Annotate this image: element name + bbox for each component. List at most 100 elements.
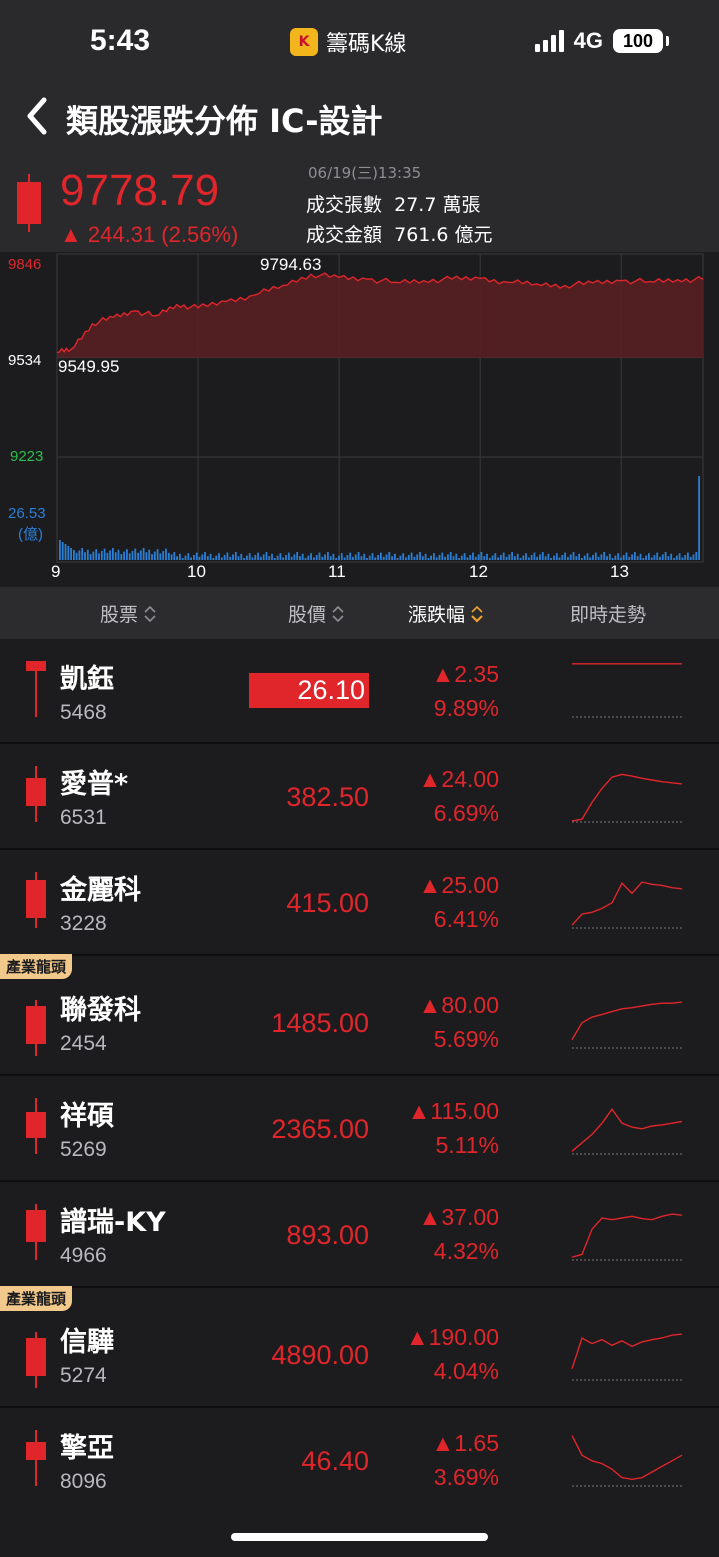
stock-change-percent: 6.41% xyxy=(433,906,499,932)
volume-bar xyxy=(184,555,187,560)
volume-bar xyxy=(684,555,687,560)
volume-bar xyxy=(226,552,229,560)
stock-row[interactable]: 愛普* 6531 382.50 ▲24.00 6.69% xyxy=(0,744,719,850)
volume-bar xyxy=(349,552,352,560)
volume-bar xyxy=(273,558,276,560)
volume-bar xyxy=(360,556,363,560)
volume-bar xyxy=(315,555,318,560)
volume-bar xyxy=(165,548,167,560)
stock-price: 4890.00 xyxy=(271,1340,369,1370)
stock-row[interactable]: 產業龍頭 聯發科 2454 1485.00 ▲80.00 5.69% xyxy=(0,954,719,1076)
volume-bar xyxy=(474,556,477,560)
home-indicator[interactable] xyxy=(231,1533,488,1541)
column-trend-label: 即時走勢 xyxy=(570,604,647,626)
stock-price: 382.50 xyxy=(286,782,369,812)
volume-bar xyxy=(70,548,72,560)
network-type: 4G xyxy=(573,28,603,53)
status-bar: 5:43 K 籌碼K線 4G 100 xyxy=(0,0,719,80)
volume-bar xyxy=(500,555,502,560)
volume-bar xyxy=(137,552,139,560)
column-stock[interactable]: 股票 xyxy=(100,600,156,627)
back-arrow-icon[interactable] xyxy=(22,94,52,138)
volume-bar xyxy=(441,552,444,560)
column-price[interactable]: 股價 xyxy=(288,600,344,627)
stock-change-percent: 4.32% xyxy=(433,1238,499,1264)
volume-bar xyxy=(614,555,617,560)
volume-bar xyxy=(648,553,650,560)
volume-value: 27.7 萬張 xyxy=(394,194,481,216)
page-title: 類股漲跌分佈 IC-設計 xyxy=(66,102,383,140)
volume-bar xyxy=(622,555,625,560)
stock-row[interactable]: 產業龍頭 信驊 5274 4890.00 ▲190.00 4.04% xyxy=(0,1286,719,1408)
volume-bar xyxy=(377,555,379,560)
column-price-label: 股價 xyxy=(288,604,327,626)
volume-bar xyxy=(271,553,273,560)
stock-row[interactable]: 金麗科 3228 415.00 ▲25.00 6.41% xyxy=(0,850,719,956)
volume-bar xyxy=(698,476,700,560)
volume-tick: 26.53 xyxy=(8,505,46,522)
volume-bar xyxy=(229,556,232,560)
volume-bar xyxy=(176,556,178,560)
volume-bar xyxy=(293,554,296,560)
volume-bar xyxy=(61,542,64,560)
sparkline-line xyxy=(571,1435,683,1481)
volume-bar xyxy=(195,552,198,560)
volume-bar xyxy=(100,551,103,560)
index-change: ▲ 244.31 (2.56%) xyxy=(60,222,239,247)
industry-leader-badge: 產業龍頭 xyxy=(0,954,73,979)
x-tick-11: 11 xyxy=(328,562,346,581)
volume-bar xyxy=(237,556,240,560)
sparkline-chart xyxy=(571,1213,683,1261)
stock-code: 5269 xyxy=(60,1138,107,1161)
volume-bar xyxy=(634,552,636,560)
stock-price: 893.00 xyxy=(286,1220,369,1250)
y-tick-low: 9223 xyxy=(10,448,44,465)
x-tick-13: 13 xyxy=(610,562,629,581)
volume-bar xyxy=(190,557,192,560)
volume-bar xyxy=(343,557,346,560)
volume-bar xyxy=(661,554,664,560)
volume-bar xyxy=(519,558,522,560)
volume-bar xyxy=(405,557,407,560)
stock-change: ▲25.00 xyxy=(418,872,499,898)
intraday-chart[interactable]: 9846 9534 9223 26.53 (億) 9794.63 9549.95… xyxy=(0,252,719,587)
volume-bar xyxy=(276,555,279,560)
app-logo-icon: K xyxy=(290,28,318,56)
volume-bar xyxy=(608,553,611,560)
volume-bar xyxy=(73,550,75,560)
volume-bar xyxy=(307,555,310,560)
volume-bar xyxy=(98,553,100,560)
volume-bar xyxy=(494,553,497,560)
volume-bar xyxy=(374,557,377,560)
volume-bar xyxy=(254,555,257,560)
column-change[interactable]: 漲跌幅 xyxy=(408,600,483,627)
volume-bar xyxy=(653,555,656,560)
volume-bar xyxy=(287,552,290,560)
stock-code: 2454 xyxy=(60,1032,107,1055)
stock-change-percent: 4.04% xyxy=(433,1358,499,1384)
volume-bar xyxy=(589,557,592,560)
volume-bar xyxy=(103,548,106,560)
volume-bar xyxy=(215,555,218,560)
volume-bar xyxy=(139,550,142,560)
volume-bar xyxy=(533,552,536,560)
volume-bar xyxy=(572,552,575,560)
stock-row[interactable]: 凱鈺 5468 26.10 ▲2.35 9.89% xyxy=(0,639,719,744)
volume-bar xyxy=(550,558,553,560)
volume-bar xyxy=(455,553,458,560)
volume-bar xyxy=(223,555,226,560)
stock-change-percent: 3.69% xyxy=(433,1464,499,1490)
volume-bar xyxy=(282,557,285,560)
stock-row[interactable]: 祥碩 5269 2365.00 ▲115.00 5.11% xyxy=(0,1076,719,1182)
stock-row[interactable]: 擎亞 8096 46.40 ▲1.65 3.69% xyxy=(0,1408,719,1508)
volume-bar xyxy=(145,552,148,560)
volume-bar xyxy=(597,556,600,560)
stock-row[interactable]: 譜瑞-KY 4966 893.00 ▲37.00 4.32% xyxy=(0,1182,719,1288)
volume-bar xyxy=(413,556,416,560)
volume-bar xyxy=(427,558,430,560)
volume-bar xyxy=(363,553,366,560)
volume-bar xyxy=(581,558,583,560)
volume-bar xyxy=(578,553,580,560)
sparkline-chart xyxy=(571,1001,683,1049)
stock-list: 凱鈺 5468 26.10 ▲2.35 9.89% 愛普* 6531 382.50 ▲24.0… xyxy=(0,639,719,1508)
